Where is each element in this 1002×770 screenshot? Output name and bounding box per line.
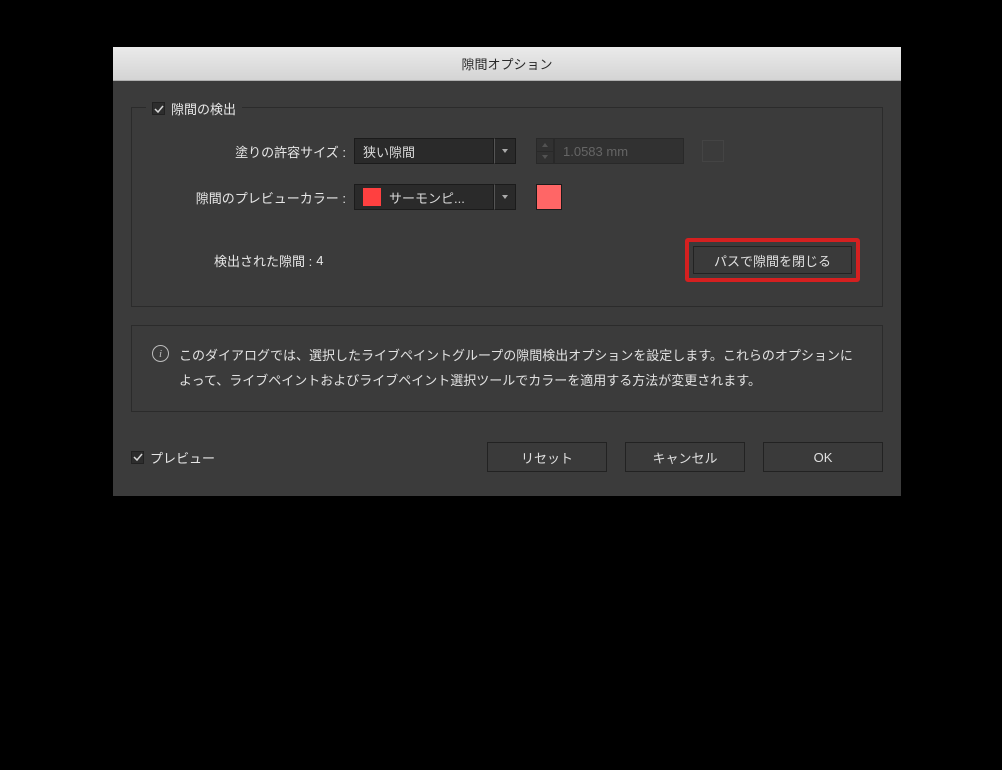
info-text: このダイアログでは、選択したライブペイントグループの隙間検出オプションを設定しま… — [179, 344, 862, 393]
check-icon — [133, 452, 143, 462]
preview-color-dropdown[interactable]: サーモンピ... — [354, 184, 516, 210]
dropdown-arrow-icon — [494, 138, 516, 164]
reset-button[interactable]: リセット — [487, 442, 607, 472]
cancel-button[interactable]: キャンセル — [625, 442, 745, 472]
gap-detection-group: 隙間の検出 塗りの許容サイズ : 狭い隙間 1.0583 mm — [131, 107, 883, 307]
detected-gaps-count: 4 — [316, 253, 323, 268]
color-swatch-icon — [363, 188, 381, 206]
custom-size-field: 1.0583 mm — [536, 138, 684, 164]
preview-label: プレビュー — [150, 448, 215, 467]
spinner-down — [537, 152, 553, 164]
close-gaps-button[interactable]: パスで隙間を閉じる — [693, 246, 852, 274]
color-preview-swatch[interactable] — [536, 184, 562, 210]
preview-color-name: サーモンピ... — [389, 188, 465, 207]
custom-size-value: 1.0583 mm — [554, 138, 684, 164]
ok-label: OK — [814, 450, 833, 465]
close-gaps-label: パスで隙間を閉じる — [714, 251, 831, 270]
spinner-buttons — [536, 138, 554, 164]
tolerance-dropdown[interactable]: 狭い隙間 — [354, 138, 516, 164]
preview-checkbox[interactable] — [131, 451, 144, 464]
info-icon: i — [152, 345, 169, 362]
cancel-label: キャンセル — [652, 448, 717, 467]
preview-color-row: 隙間のプレビューカラー : サーモンピ... — [154, 184, 860, 210]
check-icon — [154, 104, 164, 114]
detect-gaps-checkbox[interactable] — [152, 102, 165, 115]
reset-label: リセット — [521, 448, 573, 467]
dropdown-arrow-icon — [494, 184, 516, 210]
detected-gaps-row: 検出された隙間 : 4 パスで隙間を閉じる — [154, 238, 860, 282]
info-panel: i このダイアログでは、選択したライブペイントグループの隙間検出オプションを設定… — [131, 325, 883, 412]
detect-gaps-label: 隙間の検出 — [171, 99, 236, 118]
titlebar[interactable]: 隙間オプション — [113, 47, 901, 81]
link-icon — [702, 140, 724, 162]
dialog-footer: プレビュー リセット キャンセル OK — [131, 442, 883, 472]
dialog-body: 隙間の検出 塗りの許容サイズ : 狭い隙間 1.0583 mm — [113, 81, 901, 496]
close-gaps-highlight: パスで隙間を閉じる — [685, 238, 860, 282]
preview-color-dd-body: サーモンピ... — [354, 184, 494, 210]
gap-options-dialog: 隙間オプション 隙間の検出 塗りの許容サイズ : 狭い隙間 — [113, 47, 901, 496]
preview-color-label: 隙間のプレビューカラー : — [154, 188, 354, 207]
tolerance-label: 塗りの許容サイズ : — [154, 142, 354, 161]
spinner-up — [537, 139, 553, 152]
ok-button[interactable]: OK — [763, 442, 883, 472]
detected-gaps-label: 検出された隙間 : — [214, 251, 312, 270]
gap-detection-legend: 隙間の検出 — [146, 99, 242, 118]
tolerance-value: 狭い隙間 — [354, 138, 494, 164]
tolerance-row: 塗りの許容サイズ : 狭い隙間 1.0583 mm — [154, 138, 860, 164]
dialog-title: 隙間オプション — [461, 54, 552, 73]
preview-checkbox-group[interactable]: プレビュー — [131, 448, 215, 467]
